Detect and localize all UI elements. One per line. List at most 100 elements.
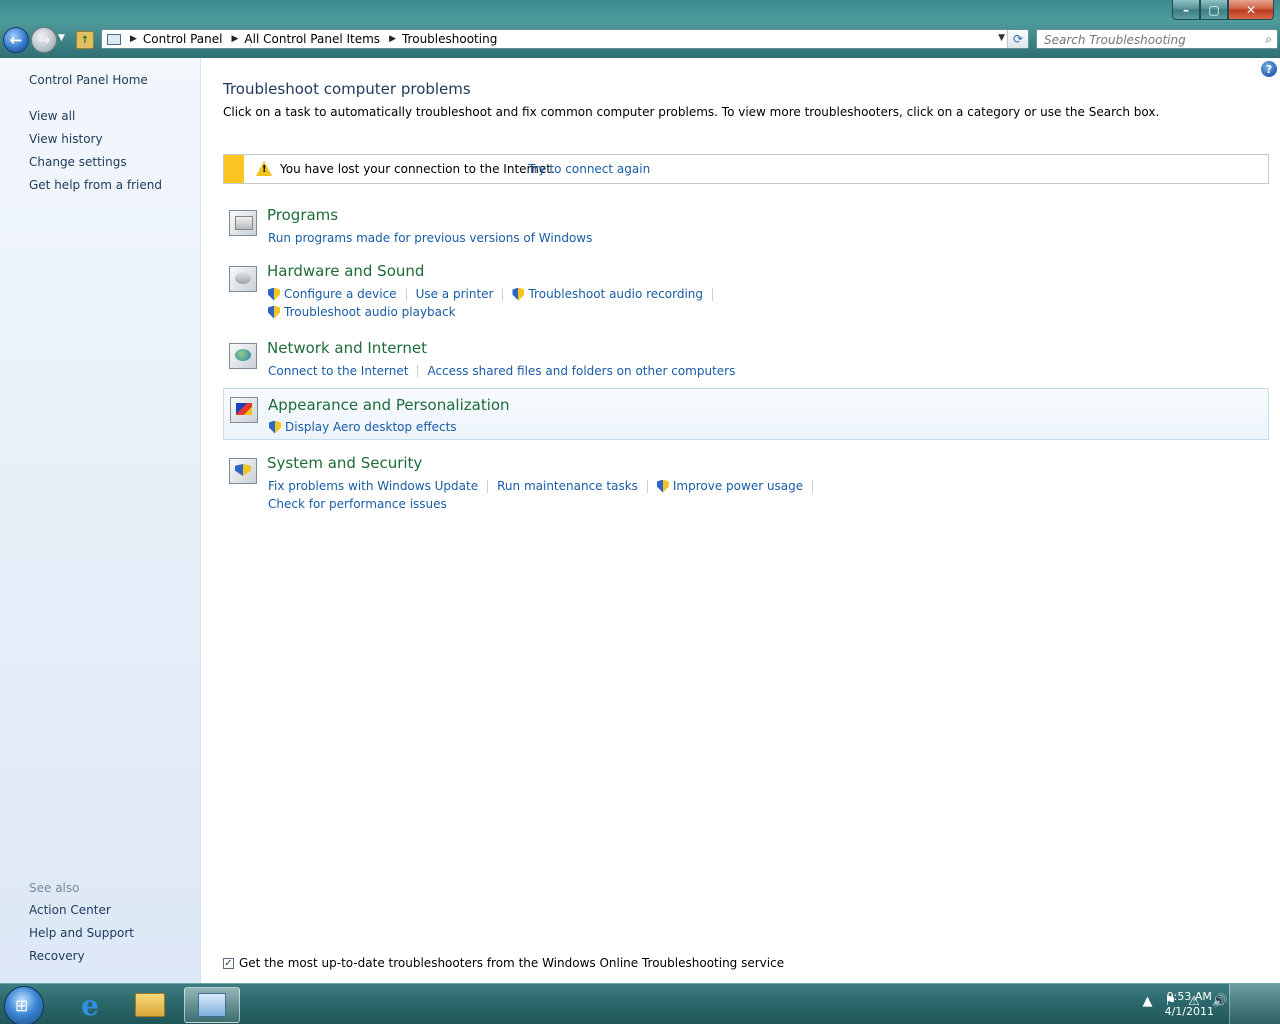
see-also-recovery[interactable]: Recovery [29, 949, 134, 972]
see-also-links: Action Center Help and Support Recovery [29, 903, 134, 972]
desktop-screen: – ▢ ✕ ← → ▼ ↑ ▶ Control Panel ▶ All Cont… [0, 0, 1280, 1024]
task-link[interactable]: Fix problems with Windows Update [268, 479, 478, 493]
warning-icon: ! [256, 161, 272, 176]
taskbar-control-panel[interactable] [184, 987, 240, 1023]
warning-stripe [224, 155, 244, 183]
task-link[interactable]: Access shared files and folders on other… [427, 364, 735, 378]
hardware-icon [229, 266, 257, 292]
back-button[interactable]: ← [3, 27, 29, 53]
windows-logo-icon: ⊞ [15, 996, 29, 1015]
warning-message: You have lost your connection to the Int… [280, 162, 555, 176]
breadcrumb-all-items[interactable]: All Control Panel Items [244, 32, 380, 46]
sidebar-item-view-history[interactable]: View history [29, 132, 162, 155]
uac-shield-icon [268, 305, 280, 319]
close-button[interactable]: ✕ [1228, 0, 1274, 20]
see-also-help-and-support[interactable]: Help and Support [29, 926, 134, 949]
task-link[interactable]: Check for performance issues [268, 497, 447, 511]
online-troubleshooters-checkbox[interactable]: ✓ [223, 957, 234, 969]
search-icon[interactable]: ⌕ [1265, 32, 1272, 47]
category-title[interactable]: Hardware and Sound [267, 262, 424, 280]
up-folder-icon[interactable]: ↑ [76, 31, 94, 49]
category-programs: Programs Run programs made for previous … [223, 206, 1269, 246]
uac-shield-icon [268, 287, 280, 301]
category-tasks: Fix problems with Windows Update Run mai… [268, 477, 822, 513]
main-content: ? Troubleshoot computer problems Click o… [201, 58, 1280, 983]
minimize-button[interactable]: – [1172, 0, 1200, 20]
category-tasks: Connect to the Internet Access shared fi… [268, 362, 735, 380]
page-description: Click on a task to automatically trouble… [223, 105, 1160, 119]
taskbar-internet-explorer[interactable]: e [62, 987, 118, 1023]
category-title[interactable]: Network and Internet [267, 339, 427, 357]
category-tasks: Run programs made for previous versions … [268, 229, 592, 247]
internet-warning-bar: ! You have lost your connection to the I… [223, 154, 1269, 184]
sidebar-links: View all View history Change settings Ge… [29, 109, 162, 201]
taskbar: ⊞ e ▲ ⚑ ⚠ 🔊 9:53 AM 4/1/2011 [0, 983, 1280, 1024]
task-label: Troubleshoot audio playback [284, 305, 456, 319]
breadcrumb-control-panel[interactable]: Control Panel [143, 32, 223, 46]
address-history-chevron-down-icon[interactable]: ▼ [998, 33, 1005, 43]
programs-icon [229, 210, 257, 236]
uac-shield-icon [512, 287, 525, 301]
control-panel-icon [198, 993, 226, 1017]
sidebar-item-change-settings[interactable]: Change settings [29, 155, 162, 178]
volume-icon[interactable]: 🔊 [1212, 994, 1228, 1009]
taskbar-clock[interactable]: 9:53 AM 4/1/2011 [1165, 989, 1214, 1019]
forward-button[interactable]: → [31, 27, 57, 53]
start-button[interactable]: ⊞ [4, 986, 44, 1024]
task-label: Improve power usage [672, 479, 804, 493]
task-label: Configure a device [284, 287, 397, 301]
category-system-and-security: System and Security Fix problems with Wi… [223, 454, 1269, 514]
page-title: Troubleshoot computer problems [223, 80, 471, 98]
clock-date: 4/1/2011 [1164, 1005, 1214, 1018]
breadcrumb-troubleshooting[interactable]: Troubleshooting [402, 32, 497, 46]
breadcrumb-arrow-icon[interactable]: ▶ [389, 34, 396, 44]
category-title[interactable]: System and Security [267, 454, 422, 472]
window-titlebar: – ▢ ✕ ← → ▼ ↑ ▶ Control Panel ▶ All Cont… [0, 0, 1280, 58]
category-hardware-and-sound: Hardware and Sound Configure a device Us… [223, 262, 1269, 324]
breadcrumb-arrow-icon[interactable]: ▶ [130, 34, 137, 44]
task-link[interactable]: Improve power usage [656, 479, 804, 493]
folder-icon [135, 993, 165, 1017]
category-tasks: Configure a device Use a printer Trouble… [268, 285, 722, 321]
task-link[interactable]: Use a printer [416, 287, 494, 301]
task-link[interactable]: Run maintenance tasks [497, 479, 638, 493]
task-link[interactable]: Connect to the Internet [268, 364, 408, 378]
see-also-heading: See also [29, 881, 80, 895]
network-globe-icon [229, 343, 257, 369]
category-tasks: Display Aero desktop effects [269, 418, 457, 436]
system-security-icon [229, 458, 257, 484]
online-troubleshooters-label[interactable]: Get the most up-to-date troubleshooters … [239, 956, 784, 970]
task-link[interactable]: Display Aero desktop effects [269, 420, 457, 434]
window-controls: – ▢ ✕ [1172, 0, 1274, 20]
appearance-icon [230, 397, 258, 423]
help-icon[interactable]: ? [1261, 61, 1277, 77]
category-title[interactable]: Appearance and Personalization [268, 396, 510, 414]
recent-pages-chevron-down-icon[interactable]: ▼ [58, 33, 65, 43]
address-bar[interactable]: ▶ Control Panel ▶ All Control Panel Item… [101, 29, 1029, 49]
taskbar-windows-explorer[interactable] [122, 987, 178, 1023]
control-panel-home-link[interactable]: Control Panel Home [29, 73, 148, 87]
task-link[interactable]: Troubleshoot audio playback [268, 305, 456, 319]
search-box[interactable]: ⌕ [1036, 29, 1278, 49]
task-link[interactable]: Configure a device [268, 287, 397, 301]
task-label: Troubleshoot audio recording [528, 287, 704, 301]
category-appearance-and-personalization: Appearance and Personalization Display A… [223, 388, 1269, 440]
task-link[interactable]: Run programs made for previous versions … [268, 231, 592, 245]
refresh-icon[interactable]: ⟳ [1007, 30, 1028, 48]
breadcrumb-arrow-icon[interactable]: ▶ [232, 34, 239, 44]
uac-shield-icon [656, 479, 669, 493]
see-also-action-center[interactable]: Action Center [29, 903, 134, 926]
sidebar-item-view-all[interactable]: View all [29, 109, 162, 132]
show-desktop-button[interactable] [1229, 984, 1280, 1024]
online-troubleshooters-option: ✓ Get the most up-to-date troubleshooter… [223, 956, 784, 970]
try-connect-again-link[interactable]: Try to connect again [528, 162, 650, 176]
sidebar-item-get-help[interactable]: Get help from a friend [29, 178, 162, 201]
category-title[interactable]: Programs [267, 206, 338, 224]
show-hidden-icons-icon[interactable]: ▲ [1143, 994, 1153, 1009]
category-network-and-internet: Network and Internet Connect to the Inte… [223, 339, 1269, 381]
task-link[interactable]: Troubleshoot audio recording [512, 287, 703, 301]
internet-explorer-icon: e [81, 988, 99, 1022]
clock-time: 9:53 AM [1166, 990, 1212, 1003]
maximize-button[interactable]: ▢ [1200, 0, 1228, 20]
search-input[interactable] [1042, 31, 1256, 49]
